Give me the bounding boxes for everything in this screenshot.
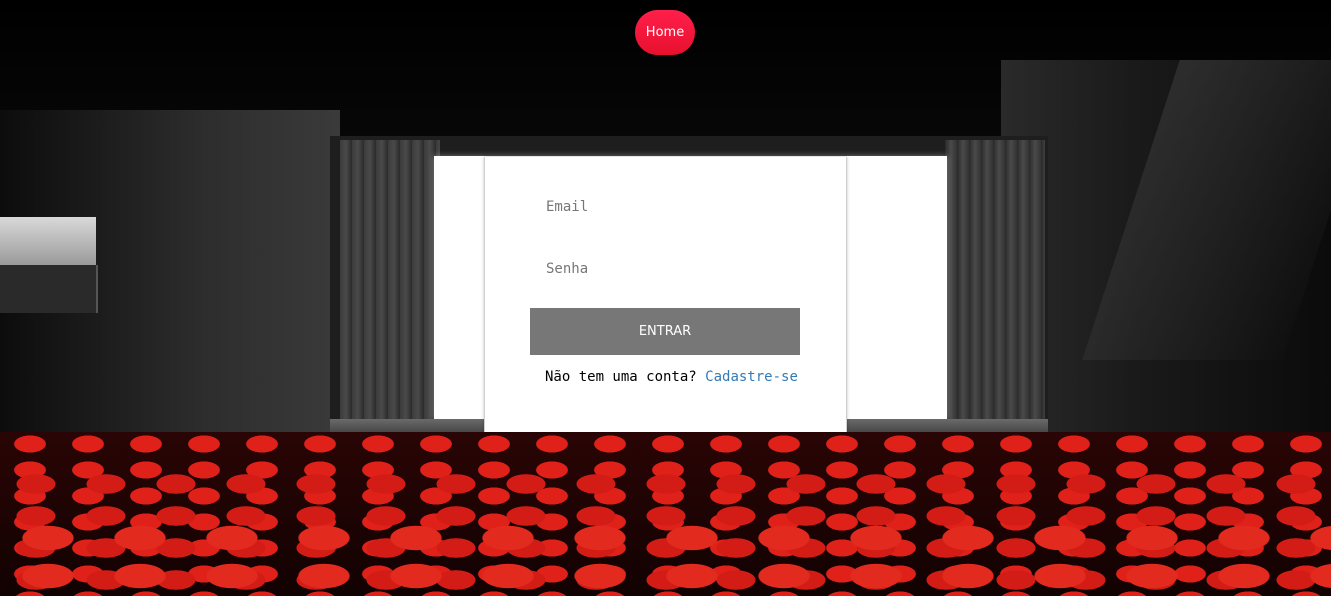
left-window-lower [0,265,98,313]
theater-background: Home ENTRAR Não tem uma conta? Cadastre-… [0,0,1331,596]
right-curtain [945,140,1045,430]
seat-rows-front [0,520,1331,596]
home-button[interactable]: Home [635,10,695,55]
left-window [0,217,96,265]
left-curtain [340,140,440,430]
email-field[interactable] [530,189,800,225]
password-field[interactable] [530,251,800,287]
signup-link[interactable]: Cadastre-se [705,369,798,385]
signup-prompt-line: Não tem uma conta? Cadastre-se [545,369,798,385]
login-form: ENTRAR Não tem uma conta? Cadastre-se [484,157,847,432]
signup-prompt: Não tem uma conta? [545,369,697,385]
login-button[interactable]: ENTRAR [530,308,800,355]
